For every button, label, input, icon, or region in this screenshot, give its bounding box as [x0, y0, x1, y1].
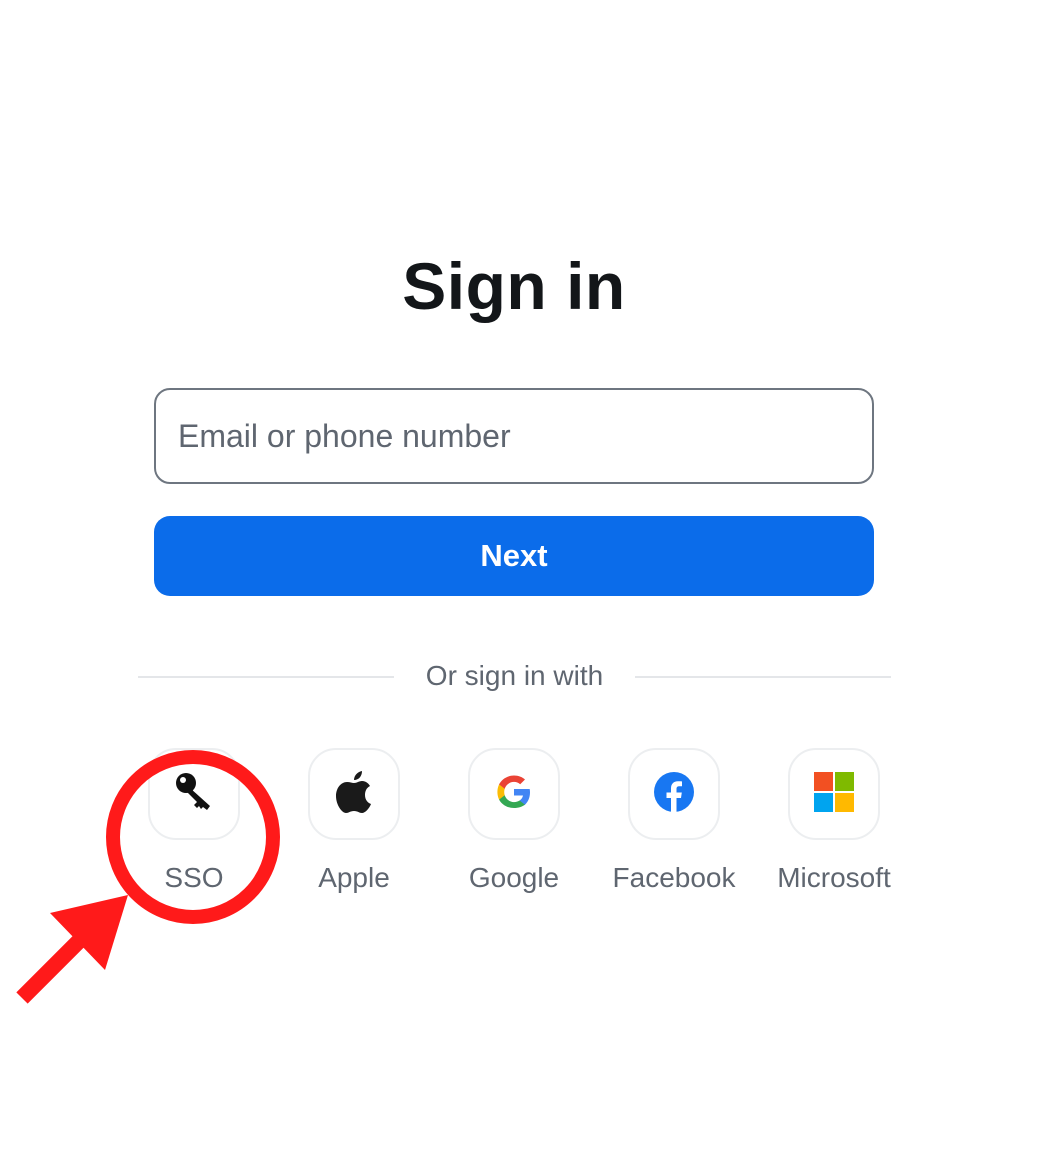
apple-icon — [335, 770, 373, 818]
apple-tile[interactable] — [308, 748, 400, 840]
google-button[interactable]: Google — [434, 748, 594, 896]
sso-tile[interactable] — [148, 748, 240, 840]
annotation-arrow-shaft — [16, 926, 94, 1004]
microsoft-icon — [814, 771, 854, 817]
divider-text: Or sign in with — [425, 660, 604, 691]
email-field[interactable] — [154, 388, 874, 484]
key-icon — [172, 770, 216, 819]
annotation-arrow-head — [50, 895, 128, 970]
google-label: Google — [468, 862, 560, 893]
apple-label: Apple — [318, 862, 390, 893]
page-title: Sign in — [402, 249, 626, 323]
facebook-button[interactable]: Facebook — [594, 748, 754, 896]
facebook-label: Facebook — [612, 862, 736, 893]
sso-button[interactable]: SSO — [114, 748, 274, 896]
next-button[interactable]: Next — [154, 516, 874, 596]
microsoft-tile[interactable] — [788, 748, 880, 840]
divider-line-right — [635, 676, 891, 678]
divider-line-left — [138, 676, 394, 678]
microsoft-button[interactable]: Microsoft — [754, 748, 914, 896]
microsoft-label: Microsoft — [777, 862, 891, 893]
sso-label: SSO — [164, 862, 224, 893]
facebook-tile[interactable] — [628, 748, 720, 840]
facebook-icon — [653, 771, 695, 818]
apple-button[interactable]: Apple — [274, 748, 434, 896]
google-icon — [494, 772, 534, 817]
google-tile[interactable] — [468, 748, 560, 840]
